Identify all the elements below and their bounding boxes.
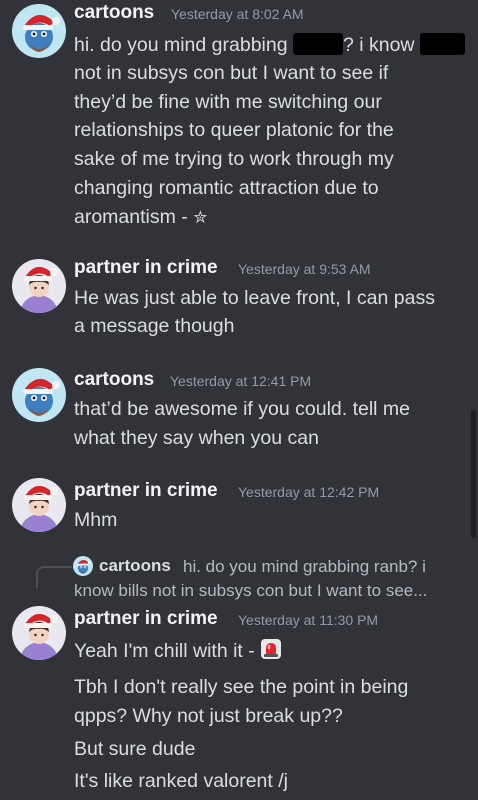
reply-preview-text[interactable]: know bills not in subsys con but I want … (74, 581, 427, 601)
reply-connector (36, 566, 72, 588)
redacted-block (292, 33, 343, 55)
message-line: aromantism - ✮ (74, 206, 208, 228)
timestamp: Yesterday at 11:30 PM (238, 612, 379, 628)
message-line: But sure dude (74, 738, 196, 760)
reply-author-name[interactable]: cartoons (99, 556, 171, 576)
scrollbar-thumb[interactable] (471, 410, 476, 538)
message-line: Yeah I'm chill with it - (74, 638, 282, 666)
message-line: Tbh I don't really see the point in bein… (74, 676, 409, 698)
timestamp: Yesterday at 12:42 PM (238, 484, 380, 500)
avatar[interactable] (12, 368, 66, 422)
author-name[interactable]: cartoons (74, 2, 154, 24)
avatar[interactable] (12, 4, 66, 58)
timestamp: Yesterday at 9:53 AM (238, 261, 371, 277)
rotating-light-icon (260, 638, 282, 666)
message-line: It's like ranked valorent /j (74, 770, 288, 792)
message-line: not in subsys con but I want to see if (74, 62, 389, 84)
message-line: relationships to queer platonic for the (74, 119, 394, 141)
message-line: changing romantic attraction due to (74, 177, 379, 199)
author-name[interactable]: partner in crime (74, 480, 218, 502)
timestamp: Yesterday at 12:41 PM (170, 373, 312, 389)
message-line: what they say when you can (74, 427, 319, 449)
author-name[interactable]: cartoons (74, 369, 154, 391)
star-icon: ✮ (193, 208, 208, 228)
message-line: qpps? Why not just break up?? (74, 705, 343, 727)
author-name[interactable]: partner in crime (74, 608, 218, 630)
message-line: He was just able to leave front, I can p… (74, 287, 435, 309)
redacted-block (419, 33, 465, 55)
message-line: they’d be fine with me switching our (74, 91, 382, 113)
message-line: hi. do you mind grabbing ? i know (74, 33, 465, 57)
timestamp: Yesterday at 8:02 AM (171, 6, 304, 22)
author-name[interactable]: partner in crime (74, 257, 218, 279)
avatar[interactable] (12, 478, 66, 532)
message-line: sake of me trying to work through my (74, 148, 394, 170)
message-line: Mhm (74, 509, 118, 531)
avatar[interactable] (12, 606, 66, 660)
message-line: that’d be awesome if you could. tell me (74, 398, 411, 420)
reply-avatar[interactable] (73, 556, 93, 576)
avatar[interactable] (12, 259, 66, 313)
message-line: a message though (74, 315, 235, 337)
reply-preview-text[interactable]: hi. do you mind grabbing ranb? i (183, 557, 426, 577)
